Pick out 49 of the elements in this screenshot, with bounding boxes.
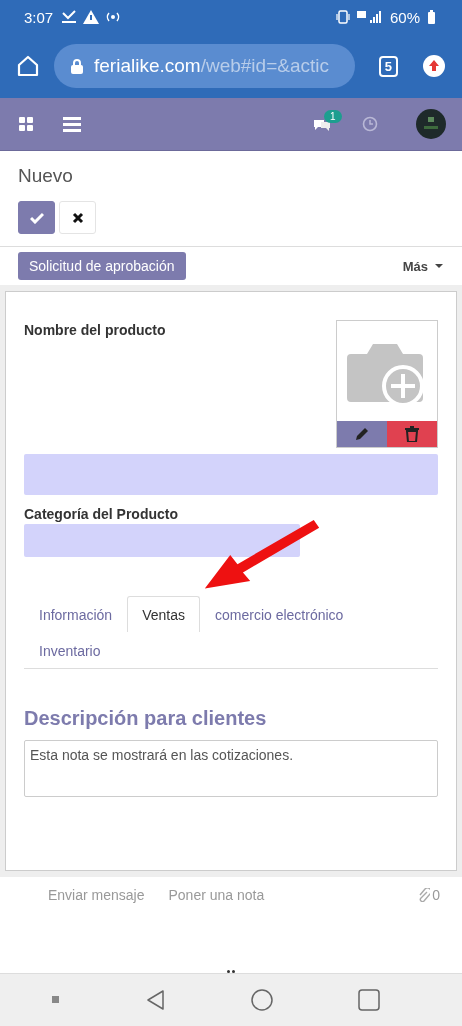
lock-icon bbox=[70, 58, 84, 74]
category-field[interactable] bbox=[24, 524, 300, 557]
discard-button[interactable] bbox=[59, 201, 96, 234]
user-avatar[interactable] bbox=[416, 109, 446, 139]
recents-icon[interactable] bbox=[357, 989, 380, 1011]
upload-icon[interactable] bbox=[422, 54, 446, 78]
field-label: Nombre del producto bbox=[24, 321, 166, 340]
menu-icon[interactable] bbox=[63, 116, 81, 132]
home-icon[interactable] bbox=[251, 989, 274, 1011]
approval-request-button[interactable]: Solicitud de aprobación bbox=[18, 252, 186, 280]
back-icon[interactable] bbox=[144, 989, 167, 1011]
note-field[interactable]: Esta nota se mostrará en las cotizaciones. bbox=[24, 740, 438, 797]
attachment-count[interactable]: 0 bbox=[418, 887, 440, 903]
battery-level: 60% bbox=[389, 8, 420, 26]
field-label: Categoría del Producto bbox=[24, 505, 180, 522]
edit-button[interactable] bbox=[337, 421, 387, 447]
product-name-field[interactable] bbox=[24, 454, 438, 495]
check-icon bbox=[29, 211, 44, 224]
delete-button[interactable] bbox=[387, 421, 437, 447]
battery-icon bbox=[426, 10, 436, 24]
form-tab[interactable]: Información bbox=[24, 596, 128, 632]
hotspot-icon bbox=[105, 10, 122, 24]
message-count-badge: 1 bbox=[324, 110, 342, 123]
section-title: Descripción para clientes bbox=[24, 707, 268, 730]
handle-icon bbox=[227, 970, 235, 973]
url-bar[interactable]: ferialike.com/web#id=&actic bbox=[54, 44, 355, 88]
vibrate-icon bbox=[335, 10, 350, 24]
trash-icon bbox=[405, 426, 419, 442]
save-button[interactable] bbox=[18, 201, 55, 234]
download-done-icon bbox=[61, 10, 78, 24]
status-time: 3:07 bbox=[24, 8, 54, 26]
caret-icon bbox=[434, 263, 444, 269]
send-message-link[interactable]: Enviar mensaje bbox=[48, 887, 145, 903]
form-tab[interactable]: Inventario bbox=[24, 632, 116, 668]
more-dropdown[interactable]: Más bbox=[402, 258, 444, 274]
pencil-icon bbox=[354, 426, 370, 442]
log-note-link[interactable]: Poner una nota bbox=[168, 887, 265, 903]
form-tab[interactable]: comercio electrónico bbox=[200, 596, 359, 632]
apps-icon[interactable] bbox=[19, 117, 33, 131]
url-text: ferialike.com/web#id=&actic bbox=[94, 55, 329, 77]
breadcrumb-title: Nuevo bbox=[18, 165, 74, 187]
warning-icon bbox=[83, 10, 100, 24]
paperclip-icon bbox=[418, 888, 431, 902]
tab-count-button[interactable]: 5 bbox=[378, 55, 398, 77]
signal-icon bbox=[355, 10, 384, 24]
clock-icon[interactable] bbox=[362, 116, 378, 132]
close-icon bbox=[71, 211, 84, 224]
form-tab[interactable]: Ventas bbox=[127, 596, 200, 632]
image-upload[interactable] bbox=[336, 320, 438, 448]
